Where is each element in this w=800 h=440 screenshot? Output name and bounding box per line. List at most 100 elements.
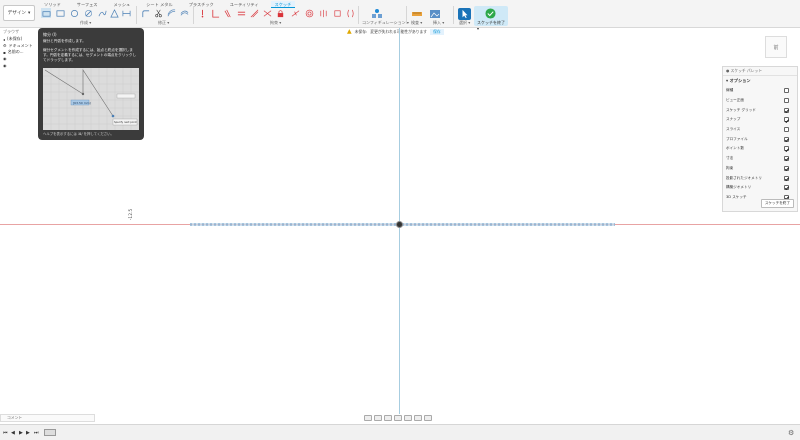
palette-option-row[interactable]: スライス [723, 125, 797, 135]
insert-image-icon [429, 10, 440, 18]
skip-start-icon[interactable]: ⏮ [3, 430, 9, 436]
palette-option-row[interactable]: ビュー正面 [723, 96, 797, 106]
offset-tool-button[interactable] [166, 8, 176, 18]
tangent-button[interactable] [262, 8, 272, 18]
timeline-sketch-item[interactable] [44, 429, 56, 436]
skip-end-icon[interactable]: ⏭ [34, 430, 40, 436]
palette-option-row[interactable]: プロファイル [723, 134, 797, 144]
tab-surface[interactable]: サーフェス [73, 1, 102, 8]
finish-sketch-button[interactable]: スケッチを終了 ▾ [474, 6, 508, 31]
insert-button[interactable] [428, 8, 441, 20]
group-insert-label[interactable]: 挿入 ▾ [433, 20, 444, 26]
bracket-icon [333, 9, 341, 17]
fix-button[interactable] [275, 8, 285, 18]
group-config-label[interactable]: コンフィギュレーション ▾ [362, 20, 409, 26]
group-select-label[interactable]: 選択 ▾ [459, 20, 470, 26]
select-button[interactable] [458, 8, 471, 20]
palette-option-row[interactable]: スナップ [723, 115, 797, 125]
palette-option-row[interactable]: ポイント数 [723, 144, 797, 154]
tab-solid[interactable]: ソリッド [40, 1, 65, 8]
tab-utilities[interactable]: ユーティリティ [226, 1, 263, 8]
trim-tool-button[interactable] [153, 8, 163, 18]
group-modify-label[interactable]: 修正 ▾ [158, 20, 169, 26]
fillet-icon [141, 9, 149, 17]
measure-button[interactable] [410, 8, 423, 20]
group-constraints-label[interactable]: 拘束 ▾ [270, 20, 281, 26]
concentric-icon [305, 9, 313, 17]
save-button[interactable]: 保存 [430, 28, 444, 35]
comments-panel[interactable]: コメント [0, 414, 95, 422]
palette-option-row[interactable]: 投影されたジオメトリ [723, 173, 797, 183]
line-tool-button[interactable] [41, 8, 51, 18]
palette-option-checkbox[interactable] [784, 165, 789, 171]
tab-plastic[interactable]: プラスチック [185, 1, 218, 8]
tab-sheet-metal[interactable]: シート メタル [142, 1, 176, 8]
symmetry-button[interactable] [318, 8, 328, 18]
palette-option-checkbox[interactable] [784, 156, 789, 162]
palette-option-checkbox[interactable] [784, 185, 789, 191]
triangle-tool-button[interactable] [109, 8, 119, 18]
spline-tool-button[interactable] [97, 8, 107, 18]
configuration-button[interactable] [370, 8, 383, 20]
palette-option-checkbox[interactable] [784, 127, 789, 133]
fillet-tool-button[interactable] [140, 8, 150, 18]
tab-mesh[interactable]: メッシュ [109, 1, 134, 8]
step-forward-icon[interactable]: ▶ [26, 430, 32, 436]
origin-point[interactable] [396, 221, 403, 228]
palette-option-checkbox[interactable] [784, 88, 789, 94]
palette-option-label: 線種 [726, 88, 734, 93]
triangle-icon [109, 8, 119, 17]
palette-option-row[interactable]: 線種 [723, 86, 797, 96]
zoom-icon[interactable] [384, 415, 392, 421]
viewports-icon[interactable] [424, 415, 432, 421]
step-back-icon[interactable]: ◀ [11, 430, 17, 436]
palette-option-label: ポイント数 [726, 146, 744, 151]
midpoint-button[interactable] [290, 8, 300, 18]
palette-option-checkbox[interactable] [784, 175, 789, 181]
finish-sketch-palette-button[interactable]: スケッチを終了 [760, 199, 794, 208]
gear-icon[interactable]: ⚙ [788, 429, 794, 437]
equal-button[interactable] [236, 8, 246, 18]
slot-tool-button[interactable] [121, 8, 131, 18]
grid-settings-icon[interactable] [414, 415, 422, 421]
parallel-button[interactable] [223, 8, 233, 18]
play-icon[interactable]: ▶ [19, 430, 25, 436]
curvature-button[interactable] [332, 8, 342, 18]
palette-option-checkbox[interactable] [784, 107, 789, 113]
palette-option-row[interactable]: 構築ジオメトリ [723, 183, 797, 193]
offset2-tool-button[interactable] [179, 8, 189, 18]
browser-header: ブラウザ [3, 29, 19, 34]
circle-tool-button[interactable] [69, 8, 79, 18]
display-settings-icon[interactable] [404, 415, 412, 421]
palette-option-checkbox[interactable] [784, 136, 789, 142]
group-inspect-label[interactable]: 検査 ▾ [411, 20, 422, 26]
tooltip-body: 線分セグメントを作成するには、始点と終点を選択します。円弧を定義するには、セグメ… [43, 48, 137, 62]
pan-icon[interactable] [374, 415, 382, 421]
workspace-switcher[interactable]: デザイン ▾ [3, 5, 35, 21]
arc-tool-button[interactable] [83, 8, 93, 18]
smooth-button[interactable] [345, 8, 355, 18]
horizontal-vertical-button[interactable] [210, 8, 220, 18]
palette-option-checkbox[interactable] [784, 98, 789, 104]
rectangle-tool-button[interactable] [55, 8, 65, 18]
group-create-label[interactable]: 作成 ▾ [80, 20, 91, 26]
tab-sketch[interactable]: スケッチ [270, 1, 296, 8]
tooltip-footer: ヘルプを表示するには ⌘/ を押してください。 [43, 132, 114, 136]
palette-option-row[interactable]: スケッチ グリッド [723, 105, 797, 115]
curve-offset-icon [180, 10, 188, 16]
palette-option-row[interactable]: 寸法 [723, 154, 797, 164]
collinear-button[interactable] [249, 8, 259, 18]
orbit-icon[interactable] [364, 415, 372, 421]
coincident-button[interactable] [197, 8, 207, 18]
palette-section-options[interactable]: ▾ オプション [723, 76, 797, 86]
palette-option-checkbox[interactable] [784, 117, 789, 123]
palette-option-checkbox[interactable] [784, 146, 789, 152]
parallel-icon [224, 9, 231, 17]
palette-option-label: プロファイル [726, 136, 748, 141]
sketch-palette: ● スケッチ パレット ▾ オプション 線種 ビュー正面 スケッチ グリッド スナップ… [722, 66, 798, 212]
zoom-window-icon[interactable] [394, 415, 402, 421]
viewcube[interactable]: 前 [765, 36, 787, 58]
browser-item[interactable]: ◉ [0, 62, 38, 69]
concentric-button[interactable] [304, 8, 314, 18]
palette-option-row[interactable]: 拘束 [723, 164, 797, 174]
